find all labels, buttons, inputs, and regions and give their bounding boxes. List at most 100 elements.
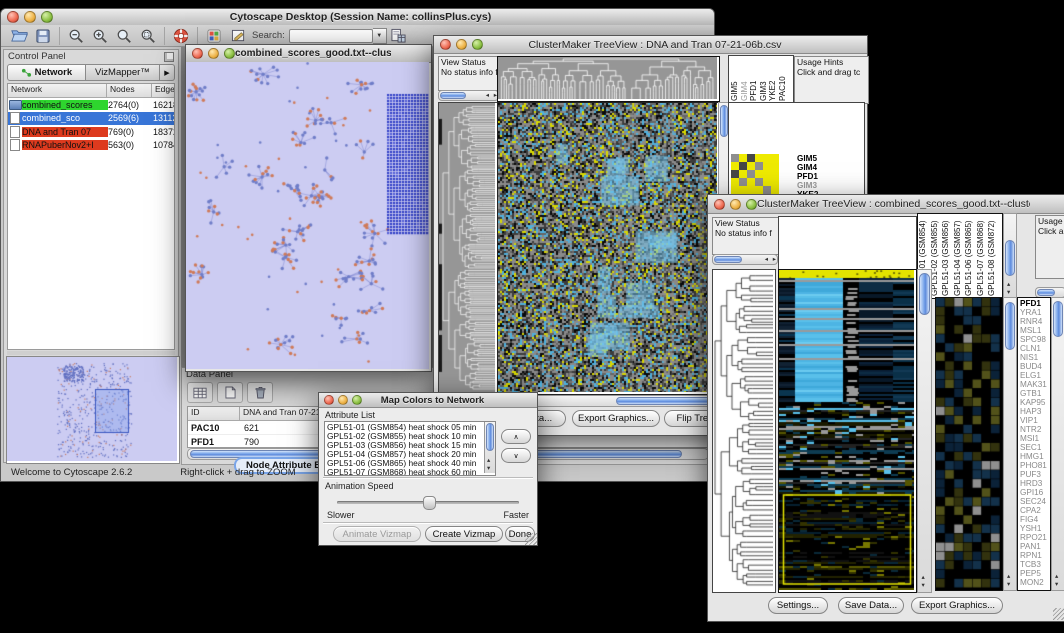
slider-thumb[interactable] [423,496,436,510]
attribute-list-item[interactable]: GPL51-07 (GSM868) heat shock 60 min [327,468,493,476]
tv2-column-label[interactable]: GPL51-06 (GSM865) [965,214,977,296]
zoom-window-icon[interactable] [224,48,235,59]
gene-list-item[interactable]: PEP5 [1020,569,1050,578]
mini-matrix-cell[interactable] [755,162,763,170]
tv2-export-graphics-button[interactable]: Export Graphics... [911,597,1003,614]
mini-matrix-cell[interactable] [731,186,739,194]
gene-list-item[interactable]: HRD3 [1020,479,1050,488]
mini-matrix-cell[interactable] [731,170,739,178]
window-controls[interactable] [7,11,53,23]
mini-matrix-cell[interactable] [771,178,779,186]
mini-matrix-cell[interactable] [771,170,779,178]
zoom-selected-icon[interactable] [136,26,160,45]
resize-grip[interactable] [1053,608,1064,620]
minimize-icon[interactable] [338,395,348,405]
tv2-row-dendrogram[interactable] [712,269,776,593]
network-list-row[interactable]: combined_sco2569(6)13112(15) [8,112,174,126]
mini-matrix-cell[interactable] [763,154,771,162]
gene-list-item[interactable]: NIS1 [1020,353,1050,362]
gene-list-item[interactable]: MAK31 [1020,380,1050,389]
save-icon[interactable] [31,26,55,45]
tv1-column-labels[interactable]: GIM5GIM4PFD1GIM3YKE2PAC10 [728,55,794,104]
mini-matrix-cell[interactable] [731,154,739,162]
mini-matrix-cell[interactable] [739,178,747,186]
zoom-fit-icon[interactable] [112,26,136,45]
gene-list-item[interactable]: PUF3 [1020,470,1050,479]
tv2-column-labels-scrollbar[interactable]: ▴▾ [1003,213,1017,299]
mini-matrix-cell[interactable] [763,186,771,194]
mini-matrix-cell[interactable] [755,154,763,162]
minimize-icon[interactable] [208,48,219,59]
gene-list-item[interactable]: FIG4 [1020,515,1050,524]
tv1-column-label[interactable]: YKE2 [769,56,779,101]
move-up-button[interactable]: ∧ [501,429,531,444]
tab-overflow-arrow[interactable]: ▶ [160,64,175,81]
float-panel-icon[interactable] [164,52,174,62]
close-icon[interactable] [324,395,334,405]
tv1-column-label[interactable]: GIM4 [741,56,751,101]
tv2-settings-button[interactable]: Settings... [768,597,828,614]
gene-list-item[interactable]: RPN1 [1020,551,1050,560]
tv1-row-label[interactable]: GIM3 [797,181,823,190]
gene-list-item[interactable]: PHO81 [1020,461,1050,470]
mini-matrix-cell[interactable] [755,170,763,178]
mini-matrix-cell[interactable] [739,170,747,178]
delete-attribute-trash-icon[interactable] [247,382,273,403]
dialog-titlebar[interactable]: Map Colors to Network [319,393,537,408]
gene-list-item[interactable]: YSH1 [1020,524,1050,533]
close-icon[interactable] [7,11,19,23]
gene-list-item[interactable]: GTB1 [1020,389,1050,398]
mini-matrix-cell[interactable] [747,178,755,186]
gene-list-item[interactable]: MSL1 [1020,326,1050,335]
network-overview-canvas[interactable] [7,357,177,461]
col-header-edges[interactable]: Edges [152,84,174,97]
gene-list-item[interactable]: TCB3 [1020,560,1050,569]
attribute-browser-icon[interactable] [387,26,411,45]
close-icon[interactable] [440,39,451,50]
help-lifesaver-icon[interactable] [169,26,193,45]
minimize-icon[interactable] [24,11,36,23]
mini-matrix-cell[interactable] [755,186,763,194]
create-vizmap-button[interactable]: Create Vizmap [425,526,503,542]
network-view-titlebar[interactable]: combined_scores_good.txt--cluste... [186,45,431,63]
tv2-column-dendrogram[interactable] [778,216,917,270]
mini-matrix-cell[interactable] [755,178,763,186]
network-list-row[interactable]: RNAPuberNov2+I563(0)107847(0) [8,139,174,153]
new-attribute-icon[interactable] [217,382,243,403]
attribute-list-scrollbar[interactable]: ▴▾ [484,422,495,473]
gene-list-item[interactable]: CLN1 [1020,344,1050,353]
network-canvas[interactable] [186,62,429,369]
tv1-column-label[interactable]: GIM5 [731,56,741,101]
network-list-row[interactable]: DNA and Tran 07769(0)183728(0) [8,125,174,139]
zoom-in-icon[interactable] [88,26,112,45]
resize-grip[interactable] [525,533,537,545]
mini-matrix-cell[interactable] [739,154,747,162]
gene-list-item[interactable]: KAP95 [1020,398,1050,407]
zoom-window-icon[interactable] [41,11,53,23]
tv1-row-label[interactable]: PFD1 [797,172,823,181]
tv2-column-label[interactable]: GPL51-07 (GSM868) [977,214,989,296]
tv2-save-data-button[interactable]: Save Data... [838,597,904,614]
plugin-manager-icon[interactable] [202,26,226,45]
tv2-zoom-scrollbar[interactable]: ▴▾ [1003,297,1017,591]
tv1-row-dendrogram[interactable] [438,102,498,395]
tv2-view-status-scrollbar[interactable]: ◂▸ [712,254,778,265]
gene-list-item[interactable]: ELG1 [1020,371,1050,380]
mini-matrix-cell[interactable] [739,186,747,194]
tv1-column-label[interactable]: PAC10 [779,56,789,101]
tv1-column-label[interactable]: GIM3 [760,56,770,101]
zoom-window-icon[interactable] [352,395,362,405]
panel-splitter[interactable] [7,351,175,355]
col-header-network[interactable]: Network [8,84,107,97]
gene-list-item[interactable]: HAP3 [1020,407,1050,416]
tv2-column-label[interactable]: GPL51-08 (GSM872) [988,214,1000,296]
tv2-gene-scrollbar[interactable]: ▴▾ [1051,297,1064,591]
gene-list-item[interactable]: YRA1 [1020,308,1050,317]
move-down-button[interactable]: ∨ [501,448,531,463]
treeview1-titlebar[interactable]: ClusterMaker TreeView : DNA and Tran 07-… [434,36,867,54]
network-overview[interactable] [6,356,180,464]
tv2-zoom-heatmap[interactable] [935,297,1003,591]
tv2-column-label[interactable]: GPL51-03 (GSM856) [942,214,954,296]
mini-matrix-cell[interactable] [771,186,779,194]
col-header-id[interactable]: ID [188,407,240,420]
